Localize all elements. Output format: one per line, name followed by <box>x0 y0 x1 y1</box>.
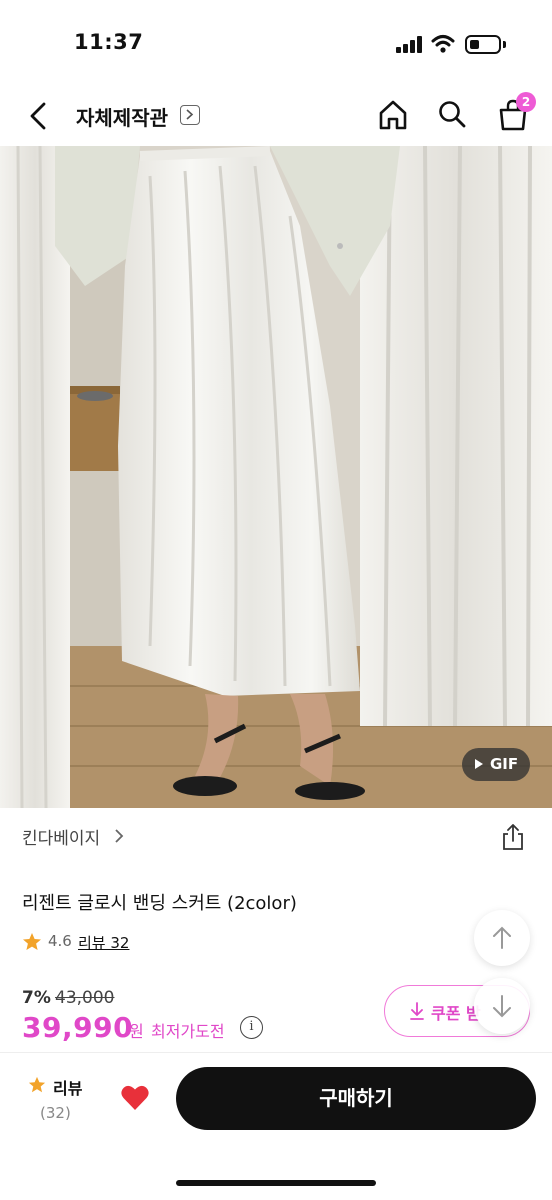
product-photo <box>0 146 552 808</box>
product-name: 리젠트 글로시 밴딩 스커트 (2color) <box>22 893 297 914</box>
top-nav: 자체제작관 <box>0 90 552 146</box>
share-icon[interactable] <box>500 823 526 851</box>
gif-badge[interactable]: GIF <box>462 748 530 781</box>
star-icon <box>23 933 41 950</box>
page-title[interactable]: 자체제작관 <box>76 102 168 131</box>
cart-count-badge: 2 <box>516 92 536 112</box>
discount-rate: 7% <box>22 988 51 1008</box>
product-image[interactable] <box>0 146 552 808</box>
review-count: (32) <box>40 1104 71 1122</box>
battery-icon <box>465 35 501 54</box>
buy-button[interactable]: 구매하기 <box>176 1067 536 1130</box>
battery-tip <box>503 41 506 48</box>
status-time: 11:37 <box>74 30 144 54</box>
scroll-down-button[interactable] <box>474 978 530 1034</box>
download-icon <box>410 1002 424 1020</box>
rating-value: 4.6 <box>48 932 72 950</box>
review-link[interactable]: 리뷰 32 <box>78 932 129 953</box>
currency-label: 원 <box>129 1022 144 1041</box>
review-button-label[interactable]: 리뷰 <box>53 1075 82 1099</box>
status-bar: 11:37 <box>0 0 552 90</box>
arrow-down-icon <box>493 995 511 1018</box>
heart-icon[interactable] <box>120 1084 150 1112</box>
chevron-right-icon[interactable] <box>112 826 126 846</box>
cellular-signal-icon <box>396 36 424 53</box>
chevron-right-icon[interactable] <box>180 105 200 125</box>
sale-price: 39,990 <box>22 1011 134 1044</box>
lowest-price-label: 최저가도전 <box>151 1022 225 1041</box>
original-price: 43,000 <box>55 988 115 1008</box>
brand-link[interactable]: 킨다베이지 <box>22 824 100 849</box>
search-icon[interactable] <box>437 99 467 129</box>
arrow-up-icon <box>493 926 511 949</box>
play-icon <box>475 759 483 769</box>
gif-label: GIF <box>490 755 519 773</box>
home-icon[interactable] <box>378 99 408 131</box>
home-indicator <box>176 1180 376 1186</box>
wifi-icon <box>431 35 455 53</box>
info-icon[interactable]: i <box>240 1016 263 1039</box>
star-icon <box>28 1076 46 1093</box>
back-arrow-icon[interactable] <box>24 100 54 132</box>
scroll-up-button[interactable] <box>474 910 530 966</box>
